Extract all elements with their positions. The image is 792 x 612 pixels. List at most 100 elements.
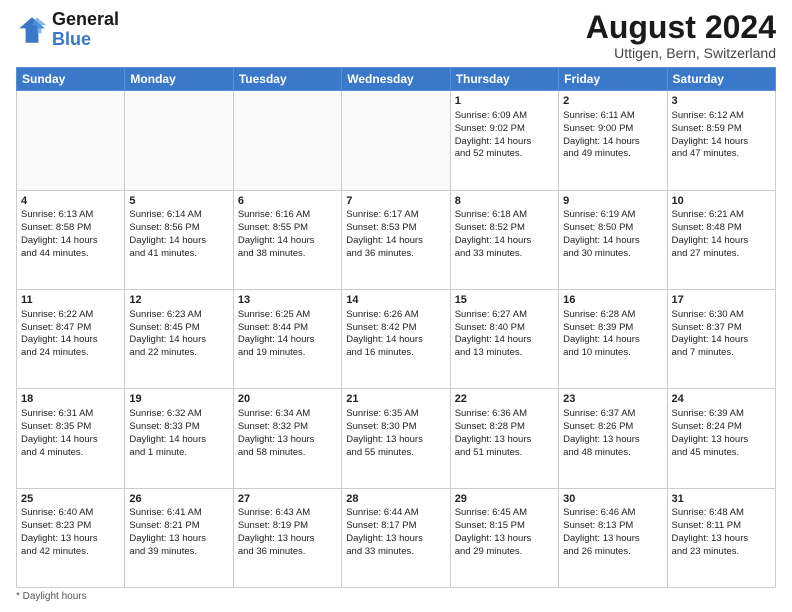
day-info: Sunrise: 6:28 AM Sunset: 8:39 PM Dayligh… [563, 309, 662, 360]
day-number: 5 [129, 194, 228, 209]
day-info: Sunrise: 6:17 AM Sunset: 8:53 PM Dayligh… [346, 209, 445, 260]
day-number: 11 [21, 293, 120, 308]
calendar-day-cell: 4Sunrise: 6:13 AM Sunset: 8:58 PM Daylig… [17, 190, 125, 289]
logo-icon [16, 14, 48, 46]
day-info: Sunrise: 6:45 AM Sunset: 8:15 PM Dayligh… [455, 507, 554, 558]
calendar-week-row: 1Sunrise: 6:09 AM Sunset: 9:02 PM Daylig… [17, 91, 776, 190]
day-info: Sunrise: 6:46 AM Sunset: 8:13 PM Dayligh… [563, 507, 662, 558]
calendar-day-cell: 13Sunrise: 6:25 AM Sunset: 8:44 PM Dayli… [233, 289, 341, 388]
calendar-day-header: Friday [559, 68, 667, 91]
calendar-day-cell: 7Sunrise: 6:17 AM Sunset: 8:53 PM Daylig… [342, 190, 450, 289]
day-info: Sunrise: 6:18 AM Sunset: 8:52 PM Dayligh… [455, 209, 554, 260]
title-block: August 2024 Uttigen, Bern, Switzerland [586, 10, 776, 61]
day-number: 31 [672, 492, 771, 507]
day-number: 20 [238, 392, 337, 407]
calendar-day-cell [17, 91, 125, 190]
calendar-day-cell: 29Sunrise: 6:45 AM Sunset: 8:15 PM Dayli… [450, 488, 558, 587]
day-number: 12 [129, 293, 228, 308]
calendar-table: SundayMondayTuesdayWednesdayThursdayFrid… [16, 67, 776, 588]
day-info: Sunrise: 6:30 AM Sunset: 8:37 PM Dayligh… [672, 309, 771, 360]
calendar-day-header: Sunday [17, 68, 125, 91]
legend-label: Daylight hours [23, 591, 87, 602]
day-number: 9 [563, 194, 662, 209]
day-number: 26 [129, 492, 228, 507]
day-info: Sunrise: 6:31 AM Sunset: 8:35 PM Dayligh… [21, 408, 120, 459]
day-info: Sunrise: 6:09 AM Sunset: 9:02 PM Dayligh… [455, 110, 554, 161]
day-number: 8 [455, 194, 554, 209]
calendar-day-cell: 8Sunrise: 6:18 AM Sunset: 8:52 PM Daylig… [450, 190, 558, 289]
calendar-day-cell: 28Sunrise: 6:44 AM Sunset: 8:17 PM Dayli… [342, 488, 450, 587]
calendar-day-cell: 17Sunrise: 6:30 AM Sunset: 8:37 PM Dayli… [667, 289, 775, 388]
day-info: Sunrise: 6:25 AM Sunset: 8:44 PM Dayligh… [238, 309, 337, 360]
calendar-day-cell: 20Sunrise: 6:34 AM Sunset: 8:32 PM Dayli… [233, 389, 341, 488]
day-info: Sunrise: 6:44 AM Sunset: 8:17 PM Dayligh… [346, 507, 445, 558]
day-number: 16 [563, 293, 662, 308]
day-info: Sunrise: 6:34 AM Sunset: 8:32 PM Dayligh… [238, 408, 337, 459]
month-title: August 2024 [586, 10, 776, 45]
day-info: Sunrise: 6:41 AM Sunset: 8:21 PM Dayligh… [129, 507, 228, 558]
calendar-day-cell: 30Sunrise: 6:46 AM Sunset: 8:13 PM Dayli… [559, 488, 667, 587]
day-info: Sunrise: 6:37 AM Sunset: 8:26 PM Dayligh… [563, 408, 662, 459]
day-number: 4 [21, 194, 120, 209]
day-info: Sunrise: 6:12 AM Sunset: 8:59 PM Dayligh… [672, 110, 771, 161]
calendar-day-cell: 16Sunrise: 6:28 AM Sunset: 8:39 PM Dayli… [559, 289, 667, 388]
day-number: 17 [672, 293, 771, 308]
day-info: Sunrise: 6:43 AM Sunset: 8:19 PM Dayligh… [238, 507, 337, 558]
calendar-day-cell: 19Sunrise: 6:32 AM Sunset: 8:33 PM Dayli… [125, 389, 233, 488]
calendar-day-cell: 11Sunrise: 6:22 AM Sunset: 8:47 PM Dayli… [17, 289, 125, 388]
day-number: 29 [455, 492, 554, 507]
day-number: 18 [21, 392, 120, 407]
day-number: 27 [238, 492, 337, 507]
day-info: Sunrise: 6:26 AM Sunset: 8:42 PM Dayligh… [346, 309, 445, 360]
calendar-day-header: Wednesday [342, 68, 450, 91]
calendar-day-header: Saturday [667, 68, 775, 91]
day-number: 23 [563, 392, 662, 407]
day-number: 30 [563, 492, 662, 507]
day-number: 15 [455, 293, 554, 308]
day-info: Sunrise: 6:22 AM Sunset: 8:47 PM Dayligh… [21, 309, 120, 360]
day-number: 22 [455, 392, 554, 407]
day-number: 6 [238, 194, 337, 209]
day-info: Sunrise: 6:16 AM Sunset: 8:55 PM Dayligh… [238, 209, 337, 260]
page: General Blue August 2024 Uttigen, Bern, … [0, 0, 792, 612]
calendar-day-cell: 25Sunrise: 6:40 AM Sunset: 8:23 PM Dayli… [17, 488, 125, 587]
calendar-header-row: SundayMondayTuesdayWednesdayThursdayFrid… [17, 68, 776, 91]
calendar-day-cell [233, 91, 341, 190]
day-info: Sunrise: 6:27 AM Sunset: 8:40 PM Dayligh… [455, 309, 554, 360]
location-subtitle: Uttigen, Bern, Switzerland [586, 45, 776, 61]
day-number: 1 [455, 94, 554, 109]
calendar-day-cell: 6Sunrise: 6:16 AM Sunset: 8:55 PM Daylig… [233, 190, 341, 289]
day-number: 28 [346, 492, 445, 507]
day-info: Sunrise: 6:32 AM Sunset: 8:33 PM Dayligh… [129, 408, 228, 459]
calendar-week-row: 4Sunrise: 6:13 AM Sunset: 8:58 PM Daylig… [17, 190, 776, 289]
day-number: 14 [346, 293, 445, 308]
calendar-day-cell: 26Sunrise: 6:41 AM Sunset: 8:21 PM Dayli… [125, 488, 233, 587]
day-info: Sunrise: 6:11 AM Sunset: 9:00 PM Dayligh… [563, 110, 662, 161]
logo-text: General Blue [52, 10, 119, 50]
legend: * Daylight hours [16, 591, 776, 602]
calendar-day-cell [342, 91, 450, 190]
day-info: Sunrise: 6:40 AM Sunset: 8:23 PM Dayligh… [21, 507, 120, 558]
calendar-day-cell: 22Sunrise: 6:36 AM Sunset: 8:28 PM Dayli… [450, 389, 558, 488]
day-number: 19 [129, 392, 228, 407]
day-info: Sunrise: 6:13 AM Sunset: 8:58 PM Dayligh… [21, 209, 120, 260]
calendar-day-header: Tuesday [233, 68, 341, 91]
calendar-week-row: 11Sunrise: 6:22 AM Sunset: 8:47 PM Dayli… [17, 289, 776, 388]
calendar-week-row: 18Sunrise: 6:31 AM Sunset: 8:35 PM Dayli… [17, 389, 776, 488]
calendar-day-cell: 12Sunrise: 6:23 AM Sunset: 8:45 PM Dayli… [125, 289, 233, 388]
day-number: 24 [672, 392, 771, 407]
calendar-day-cell: 27Sunrise: 6:43 AM Sunset: 8:19 PM Dayli… [233, 488, 341, 587]
day-info: Sunrise: 6:23 AM Sunset: 8:45 PM Dayligh… [129, 309, 228, 360]
day-number: 3 [672, 94, 771, 109]
calendar-week-row: 25Sunrise: 6:40 AM Sunset: 8:23 PM Dayli… [17, 488, 776, 587]
day-info: Sunrise: 6:39 AM Sunset: 8:24 PM Dayligh… [672, 408, 771, 459]
day-info: Sunrise: 6:14 AM Sunset: 8:56 PM Dayligh… [129, 209, 228, 260]
calendar-day-cell: 3Sunrise: 6:12 AM Sunset: 8:59 PM Daylig… [667, 91, 775, 190]
calendar-day-header: Thursday [450, 68, 558, 91]
calendar-day-cell: 10Sunrise: 6:21 AM Sunset: 8:48 PM Dayli… [667, 190, 775, 289]
calendar-day-cell: 2Sunrise: 6:11 AM Sunset: 9:00 PM Daylig… [559, 91, 667, 190]
calendar-day-cell: 5Sunrise: 6:14 AM Sunset: 8:56 PM Daylig… [125, 190, 233, 289]
calendar-day-cell: 1Sunrise: 6:09 AM Sunset: 9:02 PM Daylig… [450, 91, 558, 190]
calendar-day-cell: 9Sunrise: 6:19 AM Sunset: 8:50 PM Daylig… [559, 190, 667, 289]
day-number: 25 [21, 492, 120, 507]
